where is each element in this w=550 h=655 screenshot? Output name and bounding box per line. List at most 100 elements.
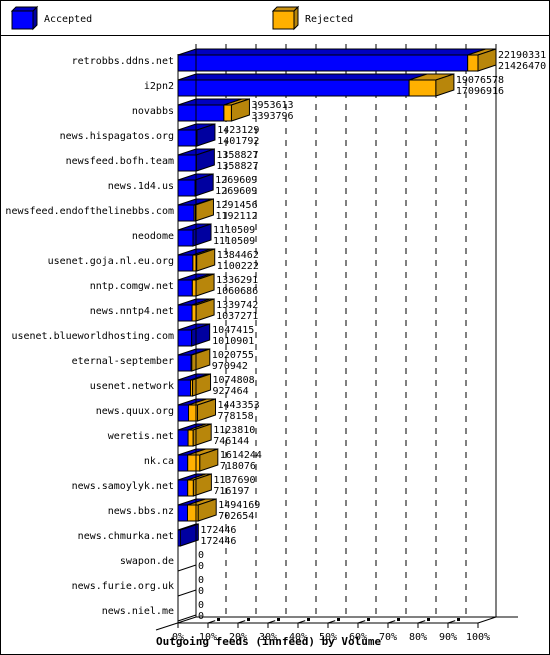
bar-accepted-front [177,379,192,397]
category-label: news.furie.org.uk [72,581,174,592]
category-label: nntp.comgw.net [90,281,174,292]
value-label-total: 0 [198,600,204,611]
bar-accepted-front [177,179,196,197]
category-label: i2pn2 [144,81,174,92]
bar-rejected-front [187,429,194,447]
value-label-accepted: 0 [198,586,204,597]
bar-accepted-front [177,254,194,272]
category-label: news.nntp4.net [90,306,174,317]
value-label-accepted: 1037271 [216,311,258,322]
bar-accepted-front [177,154,197,172]
value-label-accepted: 1401792 [217,136,259,147]
value-label-accepted: 927464 [213,386,249,397]
value-label-total: 1047415 [212,325,254,336]
value-label-accepted: 1110509 [213,236,255,247]
bar-zero-edge [177,564,197,572]
bar-nk.ca [177,448,219,472]
bar-accepted-front [177,429,189,447]
bar-rejected-front [191,304,197,322]
bar-rejected-front [187,479,194,497]
value-label-total: 1269609 [215,175,257,186]
value-label-accepted: 172446 [200,536,236,547]
value-label-total: 1291456 [215,200,257,211]
chart-title: Outgoing feeds (innfeed) by Volume [156,635,382,648]
bar-accepted-front [177,54,469,72]
x-tick-label: 80% [409,632,427,643]
value-label-total: 1110509 [213,225,255,236]
category-label: swapon.de [120,556,174,567]
value-label-accepted: 970942 [212,361,248,372]
category-label: usenet.blueworldhosting.com [11,331,174,342]
bar-news.chmurka.net [177,523,199,547]
bar-swapon.de [177,564,197,572]
value-label-accepted: 718076 [220,461,256,472]
x-tick-label: 100% [466,632,490,643]
category-label: news.quux.org [96,406,174,417]
bar-accepted-front [177,279,193,297]
category-label: novabbs [132,106,174,117]
value-label-total: 1123810 [213,425,255,436]
x-tick-label: 90% [439,632,457,643]
bar-novabbs [177,98,250,122]
category-label: newsfeed.bofh.team [66,156,174,167]
value-label-total: 1020755 [212,350,254,361]
bar-accepted-front [177,329,193,347]
value-label-accepted: 778158 [218,411,254,422]
bar-news.quux.org [177,398,217,422]
value-label-accepted: 0 [198,561,204,572]
category-label: nk.ca [144,456,174,467]
bar-news.samoylyk.net [177,473,212,497]
labels-layer: retrobbs.ddns.net 2219033121426470 i2pn2 19… [5,50,546,622]
value-label-total: 1443353 [218,400,260,411]
value-label-accepted: 1269609 [215,186,257,197]
gridline-floor-mark [277,618,280,621]
value-label-accepted: 1060686 [216,286,258,297]
value-label-total: 1384462 [217,250,259,261]
value-label-total: 19076578 [456,75,504,86]
bar-news.furie.org.uk [177,589,197,597]
bar-usenet.blueworldhosting.com [177,323,211,347]
category-label: eternal-september [72,356,174,367]
category-label: usenet.network [90,381,174,392]
bar-rejected-front [223,104,232,122]
bar-accepted-front [177,479,189,497]
value-label-total: 172446 [200,525,236,536]
value-label-total: 0 [198,550,204,561]
bar-accepted-top [177,73,428,81]
bar-i2pn2 [177,73,455,97]
bar-usenet.network [177,373,212,397]
bar-accepted-front [177,404,190,422]
value-label-accepted: 716197 [213,486,249,497]
value-label-total: 22190331 [498,50,546,61]
value-label-total: 1614244 [220,450,262,461]
gridline-floor-mark [337,618,340,621]
bar-rejected-front [186,504,199,522]
value-label-total: 1494169 [218,500,260,511]
bar-accepted-front [177,104,225,122]
bar-accepted-front [177,504,188,522]
bar-accepted-front [177,79,410,97]
bar-eternal-september [177,348,211,372]
bar-news.bbs.nz [177,498,217,522]
bar-accepted-front [177,304,193,322]
value-label-total: 3953613 [251,100,293,111]
bar-accepted-front [177,454,189,472]
category-label: news.niel.me [102,606,174,617]
bar-neodome [177,223,212,247]
category-label: news.samoylyk.net [72,481,174,492]
bar-accepted-front [177,229,194,247]
category-label: news.1d4.us [108,181,174,192]
value-label-accepted: 702654 [218,511,254,522]
value-label-total: 1339742 [216,300,258,311]
category-label: weretis.net [108,431,174,442]
bar-rejected-front [408,79,437,97]
bar-accepted-front [177,204,195,222]
bar-accepted-front [177,129,198,147]
floor-right-edge [477,616,497,624]
gridline-floor-mark [457,618,460,621]
category-label: neodome [132,231,174,242]
category-label: news.chmurka.net [78,531,174,542]
value-label-accepted: 746144 [213,436,249,447]
category-label: newsfeed.endofthelinebbs.com [5,206,174,217]
value-label-total: 1336291 [216,275,258,286]
